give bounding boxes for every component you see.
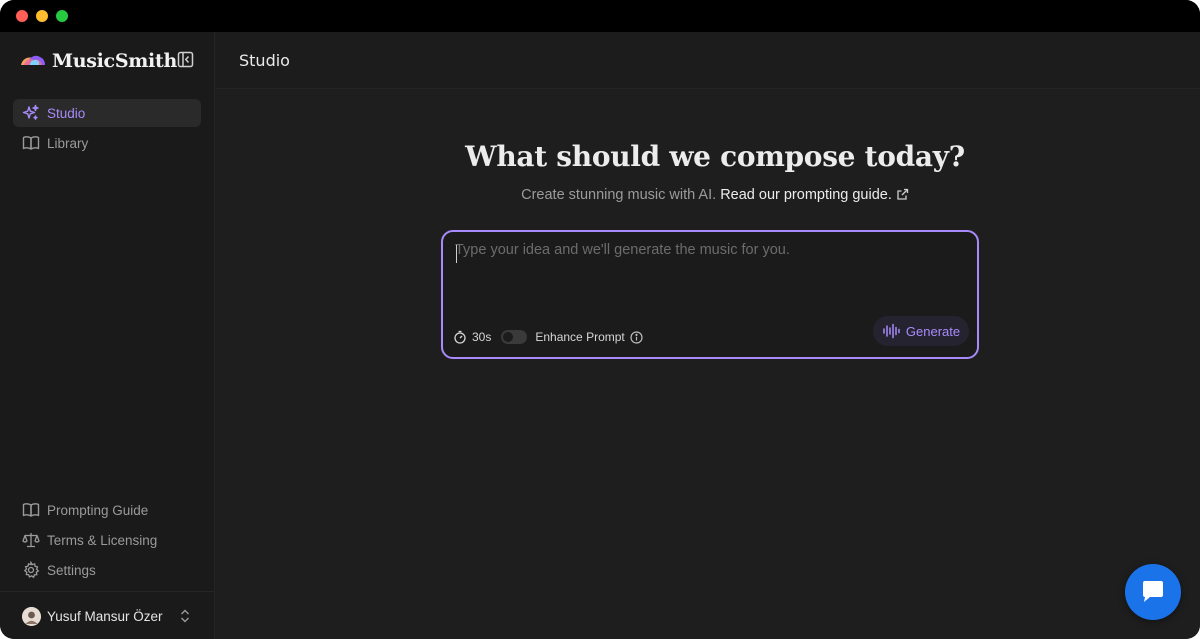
- minimize-window-button[interactable]: [36, 10, 48, 22]
- duration-selector[interactable]: 30s: [472, 330, 491, 344]
- chat-support-button[interactable]: [1125, 564, 1181, 620]
- logo-icon: [20, 52, 46, 71]
- brand-name: MusicSmith: [52, 50, 177, 72]
- prompting-guide-link[interactable]: Read our prompting guide.: [720, 187, 909, 203]
- brand[interactable]: MusicSmith: [20, 50, 177, 72]
- toggle-knob: [503, 332, 514, 342]
- sidebar-item-studio[interactable]: Studio: [13, 99, 201, 127]
- enhance-prompt-label: Enhance Prompt: [535, 330, 625, 344]
- chevron-up-down-icon: [175, 606, 195, 626]
- generate-button[interactable]: Generate: [873, 316, 969, 346]
- headline: What should we compose today?: [465, 140, 965, 173]
- sidebar-item-prompting-guide[interactable]: Prompting Guide: [13, 496, 201, 524]
- sidebar-divider: [0, 591, 215, 592]
- top-bar: Studio: [216, 32, 1200, 89]
- gear-icon: [22, 561, 40, 579]
- subheading: Create stunning music with AI. Read our …: [216, 187, 1200, 205]
- sparkles-icon: [22, 104, 40, 122]
- chat-icon: [1140, 580, 1166, 604]
- app-window: MusicSmith Studio Library Prompting Guid…: [0, 0, 1200, 639]
- sidebar: MusicSmith Studio Library Prompting Guid…: [0, 32, 215, 639]
- sidebar-collapse-icon: [177, 51, 194, 73]
- scale-icon: [22, 531, 40, 549]
- main-content: What should we compose today? Create stu…: [216, 90, 1200, 639]
- sidebar-item-label: Prompting Guide: [47, 502, 149, 518]
- book-icon: [22, 134, 40, 152]
- user-name: Yusuf Mansur Özer: [47, 608, 163, 624]
- timer-icon: [453, 330, 467, 344]
- prompt-controls: 30s Enhance Prompt: [453, 328, 643, 346]
- sidebar-item-terms[interactable]: Terms & Licensing: [13, 526, 201, 554]
- sidebar-item-label: Library: [47, 135, 89, 151]
- title-bar: [0, 0, 1200, 32]
- close-window-button[interactable]: [16, 10, 28, 22]
- book-icon: [22, 501, 40, 519]
- prompt-input[interactable]: [455, 242, 965, 312]
- prompting-guide-link-label: Read our prompting guide.: [720, 187, 892, 203]
- sidebar-item-settings[interactable]: Settings: [13, 556, 201, 584]
- external-link-icon: [896, 188, 909, 205]
- avatar: [22, 606, 41, 626]
- page-title: Studio: [239, 51, 290, 70]
- maximize-window-button[interactable]: [56, 10, 68, 22]
- subheading-text: Create stunning music with AI.: [521, 187, 717, 203]
- sidebar-item-library[interactable]: Library: [13, 129, 201, 157]
- sidebar-item-label: Terms & Licensing: [47, 532, 158, 548]
- prompt-box: 30s Enhance Prompt: [441, 230, 979, 359]
- user-menu[interactable]: Yusuf Mansur Özer: [13, 600, 201, 632]
- info-icon[interactable]: [630, 330, 643, 344]
- text-caret: [456, 245, 457, 263]
- sidebar-item-label: Settings: [47, 562, 96, 578]
- sidebar-item-label: Studio: [47, 105, 86, 121]
- generate-button-label: Generate: [905, 323, 961, 339]
- enhance-prompt-toggle[interactable]: [501, 330, 528, 344]
- collapse-sidebar-button[interactable]: [174, 51, 196, 73]
- waveform-icon: [882, 323, 900, 339]
